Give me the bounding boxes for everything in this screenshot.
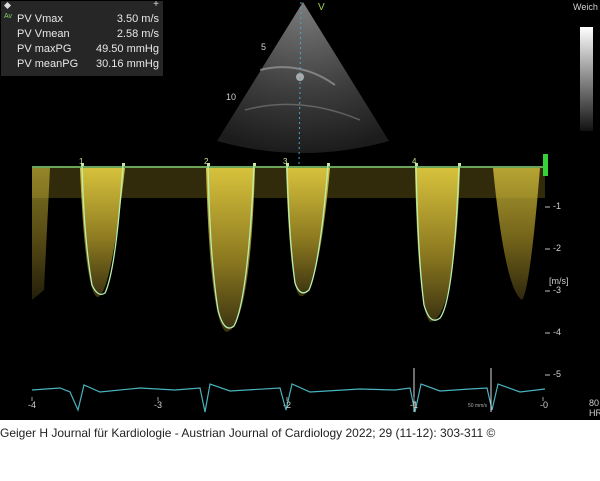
time-tick-label: -0 (540, 400, 549, 410)
time-tick-label: -3 (154, 400, 163, 410)
velocity-tick-label: -3 (553, 285, 562, 295)
cycle-label: 2 (204, 157, 209, 166)
cycle-label: 3 (283, 157, 288, 166)
grayscale-bar (580, 27, 593, 131)
time-tick-label: -1 (410, 400, 419, 410)
measurement-row: PV Vmax 3.50 m/s (17, 13, 159, 25)
v-marker: V (318, 2, 325, 13)
ultrasound-screen: + Av PV Vmax 3.50 m/s PV Vmean 2.58 m/s … (0, 0, 600, 420)
heart-rate-value: 80 (589, 398, 600, 408)
measurement-row: PV meanPG 30.16 mmHg (17, 58, 159, 70)
velocity-tick-label: -5 (553, 369, 562, 379)
velocity-tick-label: -1 (553, 201, 562, 211)
diamond-icon (3, 1, 12, 10)
add-icon[interactable]: + (153, 0, 159, 10)
measurement-row: PV Vmean 2.58 m/s (17, 28, 159, 40)
velocity-unit-label: [m/s] (549, 276, 569, 286)
baseline-marker[interactable] (543, 154, 548, 176)
time-tick-label: -2 (283, 400, 292, 410)
velocity-tick-label: -4 (553, 327, 562, 337)
velocity-tick-label: -2 (553, 243, 562, 253)
time-tick-label: -4 (28, 400, 37, 410)
heart-rate-label: HR (589, 408, 600, 418)
cycle-label: 1 (79, 157, 84, 166)
sweep-scale-label: 50 mm/s (468, 403, 488, 409)
weich-label: Weich (573, 2, 598, 12)
measurement-row: PV maxPG 49.50 mmHg (17, 43, 159, 55)
depth-label: 10 (226, 92, 237, 102)
measurement-panel: + Av PV Vmax 3.50 m/s PV Vmean 2.58 m/s … (1, 0, 163, 76)
depth-label: 5 (261, 42, 267, 52)
figure-caption: Geiger H Journal für Kardiologie - Austr… (0, 426, 496, 440)
av-label: Av (4, 13, 13, 20)
cycle-label: 4 (412, 157, 417, 166)
